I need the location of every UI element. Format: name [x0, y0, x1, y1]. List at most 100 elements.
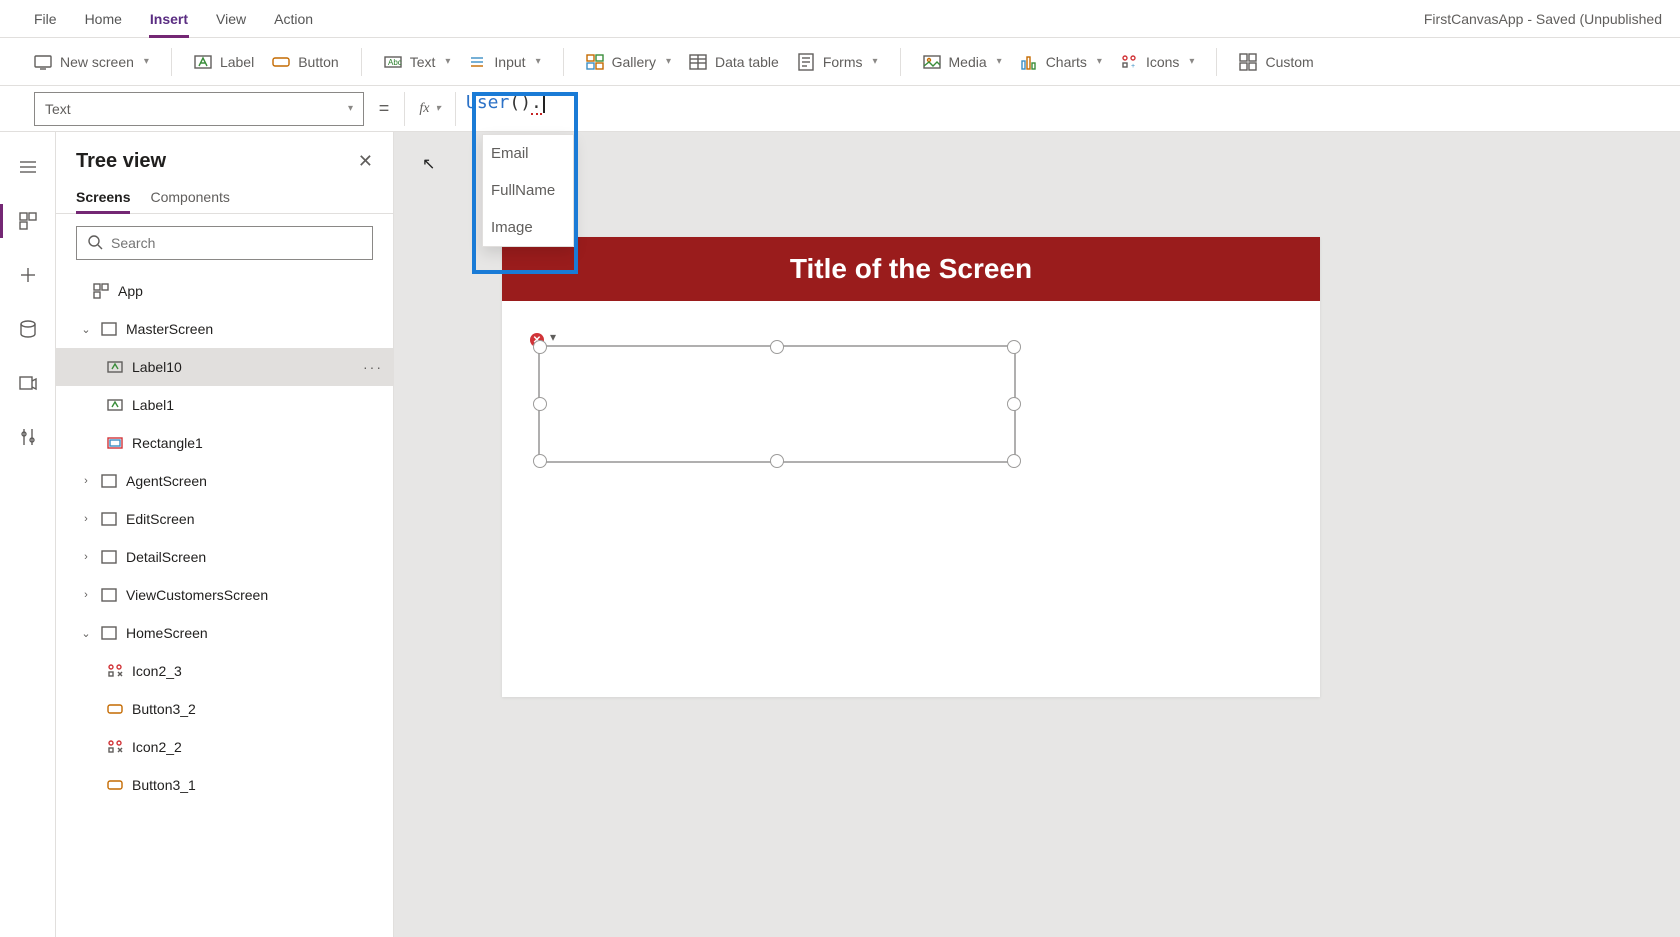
icons-dropdown[interactable]: + Icons ▾: [1120, 53, 1195, 71]
datatable-label: Data table: [715, 54, 779, 70]
tree-label: HomeScreen: [126, 625, 208, 641]
tree-label: Icon2_3: [132, 663, 182, 679]
intellisense-popup: Email FullName Image: [482, 134, 574, 247]
search-icon: [87, 234, 103, 253]
tree-label: DetailScreen: [126, 549, 206, 565]
tree-node-agentscreen[interactable]: › AgentScreen: [56, 462, 393, 500]
icon-group-icon: [106, 662, 124, 680]
menu-action[interactable]: Action: [274, 0, 313, 37]
collapse-icon[interactable]: ⌄: [80, 323, 92, 336]
tree-node-detailscreen[interactable]: › DetailScreen: [56, 538, 393, 576]
expand-icon[interactable]: ›: [80, 589, 92, 601]
charts-icon: [1020, 53, 1038, 71]
search-box[interactable]: [76, 226, 373, 260]
resize-handle[interactable]: [770, 454, 784, 468]
suggestion-fullname[interactable]: FullName: [483, 172, 573, 209]
property-selector[interactable]: Text ▾: [34, 92, 364, 126]
tab-screens[interactable]: Screens: [76, 183, 130, 213]
suggestion-email[interactable]: Email: [483, 135, 573, 172]
insert-icon[interactable]: [17, 264, 39, 286]
menu-view[interactable]: View: [216, 0, 246, 37]
tree-view-icon[interactable]: [17, 210, 39, 232]
resize-handle[interactable]: [1007, 397, 1021, 411]
button-button[interactable]: Button: [272, 53, 338, 71]
text-label: Text: [410, 54, 436, 70]
custom-dropdown[interactable]: Custom: [1239, 53, 1313, 71]
tree-view-panel: Tree view ✕ Screens Components App ⌄: [56, 132, 394, 937]
tree-node-viewcustomersscreen[interactable]: › ViewCustomersScreen: [56, 576, 393, 614]
data-icon[interactable]: [17, 318, 39, 340]
canvas-area[interactable]: ↖ Title of the Screen ✕ ▾: [394, 132, 1680, 937]
button-icon: [106, 776, 124, 794]
more-icon[interactable]: ···: [363, 359, 383, 375]
chevron-down-icon: ▾: [666, 56, 671, 67]
resize-handle[interactable]: [770, 340, 784, 354]
menu-insert[interactable]: Insert: [150, 0, 188, 37]
tree-node-icon2-3[interactable]: Icon2_3: [56, 652, 393, 690]
resize-handle[interactable]: [533, 340, 547, 354]
resize-handle[interactable]: [533, 397, 547, 411]
ribbon: New screen ▾ Label Button Abc Text ▾: [0, 38, 1680, 86]
chevron-down-icon[interactable]: ▾: [550, 330, 556, 344]
selected-label-control[interactable]: ✕ ▾: [538, 345, 1016, 463]
media-dropdown[interactable]: Media ▾: [923, 53, 1002, 71]
tree-label: Button3_2: [132, 701, 196, 717]
suggestion-image[interactable]: Image: [483, 209, 573, 246]
collapse-icon[interactable]: ⌄: [80, 627, 92, 640]
new-screen-label: New screen: [60, 54, 134, 70]
chevron-down-icon: ▾: [436, 103, 441, 114]
tree-node-icon2-2[interactable]: Icon2_2: [56, 728, 393, 766]
menu-home[interactable]: Home: [85, 0, 122, 37]
close-icon[interactable]: ✕: [358, 151, 373, 172]
tree-list: App ⌄ MasterScreen Label10 ··· Label1 Re…: [56, 272, 393, 937]
text-dropdown[interactable]: Abc Text ▾: [384, 53, 451, 71]
charts-dropdown[interactable]: Charts ▾: [1020, 53, 1102, 71]
custom-label: Custom: [1265, 54, 1313, 70]
gallery-dropdown[interactable]: Gallery ▾: [586, 53, 671, 71]
new-screen-button[interactable]: New screen ▾: [34, 53, 149, 71]
forms-dropdown[interactable]: Forms ▾: [797, 53, 878, 71]
chevron-down-icon: ▾: [348, 103, 353, 114]
tree-node-button3-1[interactable]: Button3_1: [56, 766, 393, 804]
tree-node-label10[interactable]: Label10 ···: [56, 348, 393, 386]
media-rail-icon[interactable]: [17, 372, 39, 394]
menu-file[interactable]: File: [34, 0, 57, 37]
design-surface[interactable]: Title of the Screen ✕ ▾: [502, 237, 1320, 697]
datatable-icon: [689, 53, 707, 71]
screen-icon: [100, 510, 118, 528]
icons-icon: +: [1120, 53, 1138, 71]
tree-node-button3-2[interactable]: Button3_2: [56, 690, 393, 728]
datatable-button[interactable]: Data table: [689, 53, 779, 71]
tree-label: MasterScreen: [126, 321, 213, 337]
tree-node-homescreen[interactable]: ⌄ HomeScreen: [56, 614, 393, 652]
resize-handle[interactable]: [1007, 340, 1021, 354]
tree-node-rectangle1[interactable]: Rectangle1: [56, 424, 393, 462]
fx-label: fx: [419, 101, 429, 117]
chevron-down-icon: ▾: [1097, 56, 1102, 67]
screen-icon: [34, 53, 52, 71]
tree-node-editscreen[interactable]: › EditScreen: [56, 500, 393, 538]
tree-label: ViewCustomersScreen: [126, 587, 268, 603]
tab-components[interactable]: Components: [150, 183, 229, 213]
hamburger-icon[interactable]: [17, 156, 39, 178]
label-button[interactable]: Label: [194, 53, 254, 71]
formula-input[interactable]: User().: [456, 92, 1680, 126]
label-icon: [106, 358, 124, 376]
tree-node-label1[interactable]: Label1: [56, 386, 393, 424]
tools-icon[interactable]: [17, 426, 39, 448]
screen-title-bar: Title of the Screen: [502, 237, 1320, 301]
expand-icon[interactable]: ›: [80, 551, 92, 563]
input-dropdown[interactable]: Input ▾: [468, 53, 540, 71]
resize-handle[interactable]: [1007, 454, 1021, 468]
rectangle-icon: [106, 434, 124, 452]
screen-icon: [100, 586, 118, 604]
expand-icon[interactable]: ›: [80, 475, 92, 487]
search-input[interactable]: [111, 235, 362, 251]
icon-group-icon: [106, 738, 124, 756]
fx-button[interactable]: fx ▾: [404, 92, 456, 126]
resize-handle[interactable]: [533, 454, 547, 468]
tree-label: App: [118, 283, 143, 299]
tree-node-app[interactable]: App: [56, 272, 393, 310]
tree-node-masterscreen[interactable]: ⌄ MasterScreen: [56, 310, 393, 348]
expand-icon[interactable]: ›: [80, 513, 92, 525]
